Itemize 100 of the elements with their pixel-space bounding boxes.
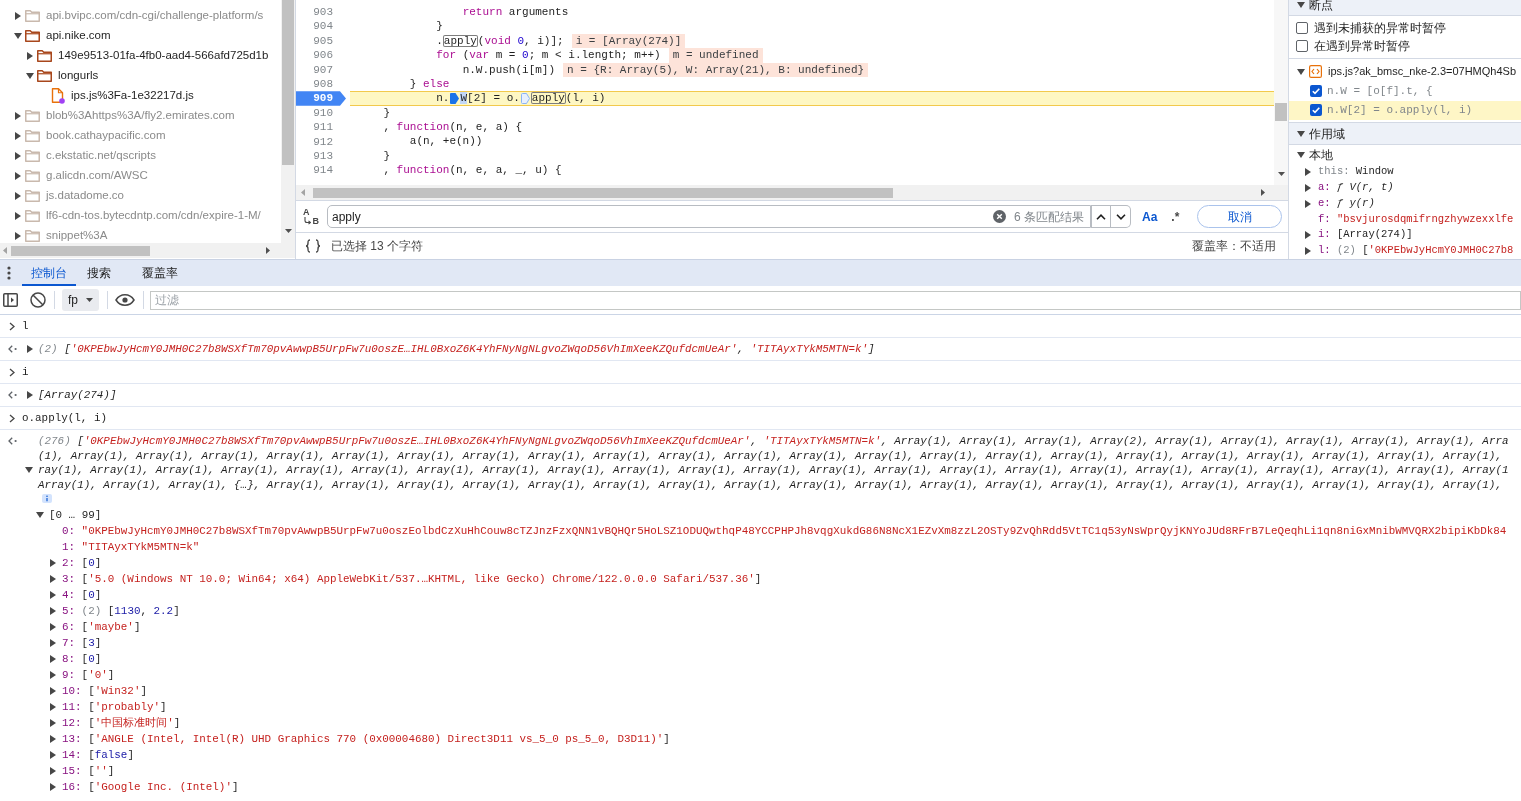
folder-name[interactable]: snippet%3A	[46, 227, 108, 243]
checkbox-label[interactable]: 在遇到异常时暂停	[1314, 37, 1410, 55]
scope-variable[interactable]: a: ƒ V(r, t)	[1318, 180, 1394, 196]
folder-name[interactable]: lf6-cdn-tos.bytecdntp.com/cdn/expire-1-M/	[46, 207, 261, 225]
scope-variable[interactable]: f: "bsvjurosdqmifrngzhywzexxlfe	[1318, 211, 1514, 228]
disclosure-triangle-icon[interactable]	[50, 735, 56, 743]
disclosure-triangle-icon[interactable]	[50, 671, 56, 679]
disclosure-triangle-icon[interactable]	[50, 623, 56, 631]
disclosure-triangle-icon[interactable]	[1305, 247, 1311, 256]
disclosure-triangle-icon[interactable]	[50, 767, 56, 775]
disclosure-triangle-icon[interactable]	[15, 172, 21, 180]
disclosure-triangle-icon[interactable]	[50, 783, 56, 791]
folder-name[interactable]: blob%3Ahttps%3A/fly2.emirates.com	[46, 107, 235, 125]
braces-icon[interactable]	[305, 239, 321, 253]
scroll-right-arrow-icon[interactable]	[1261, 189, 1265, 196]
folder-name[interactable]: c.ekstatic.net/qscripts	[46, 147, 156, 165]
disclosure-triangle-icon[interactable]	[50, 591, 56, 599]
scrollbar-thumb[interactable]	[313, 187, 893, 198]
sidebar-toggle-icon[interactable]	[3, 293, 18, 307]
context-dropdown[interactable]: fp	[62, 289, 99, 311]
checkbox[interactable]	[1310, 104, 1322, 117]
breakpoint-code[interactable]: n.W[2] = o.apply(l, i)	[1327, 102, 1473, 119]
breakpoint-marker-icon[interactable]	[520, 93, 530, 105]
disclosure-triangle-icon[interactable]	[50, 719, 56, 727]
folder-name[interactable]: api.bvipc.com/cdn-cgi/challenge-platform/s	[46, 7, 264, 25]
disclosure-triangle-icon[interactable]	[50, 607, 56, 615]
disclosure-triangle-icon[interactable]	[15, 132, 21, 140]
scope-group-label[interactable]: 本地	[1309, 146, 1333, 165]
scope-variable[interactable]: l: (2) ['0KPEbwJyHcmY0JMH0C27b8	[1318, 243, 1514, 259]
console-property: 7: [3]	[62, 635, 102, 651]
checkbox[interactable]	[1296, 22, 1308, 34]
selected-breakpoint-row[interactable]: n.W[2] = o.apply(l, i)	[1289, 100, 1521, 121]
disclosure-triangle-icon[interactable]	[1305, 231, 1311, 240]
disclosure-triangle-icon[interactable]	[1305, 168, 1311, 177]
scope-variable[interactable]: this: Window	[1318, 164, 1394, 181]
disclosure-triangle-icon[interactable]	[50, 687, 56, 695]
folder-name[interactable]: js.datadome.co	[46, 187, 124, 205]
breakpoint-line-number[interactable]: 909	[296, 91, 346, 106]
tab[interactable]: 覆盖率	[131, 260, 198, 286]
disclosure-triangle-icon[interactable]	[15, 112, 21, 120]
disclosure-triangle-icon[interactable]	[15, 232, 21, 240]
folder-name[interactable]: g.alicdn.com/AWSC	[46, 167, 148, 185]
replace-toggle-button[interactable]: A B	[303, 207, 319, 226]
file-name[interactable]: ips.js?ak_bmsc_nke-2.3=07HMQh4Sb	[1328, 63, 1516, 80]
tab[interactable]: 搜索	[76, 260, 131, 286]
disclosure-triangle-icon[interactable]	[15, 152, 21, 160]
disclosure-triangle-icon[interactable]	[27, 52, 33, 60]
kebab-menu-icon[interactable]	[7, 266, 11, 280]
result-arrow-icon	[8, 391, 17, 399]
disclosure-triangle-icon[interactable]	[50, 639, 56, 647]
close-circle-icon[interactable]	[993, 210, 1006, 223]
disclosure-triangle-icon[interactable]	[50, 703, 56, 711]
disclosure-triangle-icon[interactable]	[1305, 199, 1311, 208]
disclosure-triangle-icon[interactable]	[1297, 130, 1305, 137]
checkbox-label[interactable]: 遇到未捕获的异常时暂停	[1314, 19, 1446, 37]
file-name[interactable]: ips.js%3Fa-1e32217d.js	[71, 87, 194, 105]
folder-name[interactable]: api.nike.com	[46, 27, 111, 45]
filter-field[interactable]: 过滤	[150, 290, 1521, 310]
disclosure-triangle-icon[interactable]	[1305, 184, 1311, 193]
checkbox[interactable]	[1296, 40, 1308, 52]
tab[interactable]: 控制台	[22, 260, 76, 286]
scrollbar-thumb[interactable]	[282, 0, 294, 165]
disclosure-triangle-icon[interactable]	[1297, 68, 1305, 75]
disclosure-triangle-icon[interactable]	[15, 192, 21, 200]
folder-name[interactable]: longurls	[58, 67, 99, 85]
match-case-button[interactable]: Aa	[1142, 207, 1158, 226]
scroll-right-arrow-icon[interactable]	[266, 247, 270, 254]
disclosure-triangle-icon[interactable]	[1297, 2, 1305, 8]
section-header[interactable]: 作用域	[1289, 122, 1521, 146]
scope-variable[interactable]: e: ƒ y(r)	[1318, 196, 1375, 212]
search-input[interactable]: apply	[332, 207, 993, 226]
circle-slash-icon[interactable]	[30, 292, 46, 308]
disclosure-triangle-icon[interactable]	[50, 559, 56, 567]
scrollbar-thumb[interactable]	[1275, 103, 1287, 121]
scroll-down-arrow-icon[interactable]	[284, 229, 292, 233]
caret-icon	[86, 298, 93, 302]
breakpoint-code[interactable]: n.W = [o[f].t, {	[1327, 82, 1433, 100]
disclosure-triangle-icon[interactable]	[36, 512, 44, 518]
disclosure-triangle-icon[interactable]	[50, 655, 56, 663]
disclosure-triangle-icon[interactable]	[27, 345, 33, 353]
folder-name[interactable]: 149e9513-01fa-4fb0-aad4-566afd725d1b	[58, 47, 269, 65]
scrollbar-thumb[interactable]	[11, 245, 150, 256]
disclosure-triangle-icon[interactable]	[14, 33, 22, 39]
breakpoint-marker-icon[interactable]	[450, 93, 460, 105]
disclosure-triangle-icon[interactable]	[27, 391, 33, 399]
disclosure-triangle-icon[interactable]	[25, 467, 33, 473]
disclosure-triangle-icon[interactable]	[50, 575, 56, 583]
search-field[interactable]: apply 6 条匹配结果	[327, 205, 1091, 228]
scope-variable[interactable]: i: [Array(274)]	[1318, 227, 1413, 244]
eye-icon[interactable]	[115, 294, 135, 306]
checkbox[interactable]	[1310, 85, 1322, 98]
regex-button[interactable]: .*	[1171, 207, 1180, 226]
disclosure-triangle-icon[interactable]	[15, 12, 21, 20]
console-property: 13: ['ANGLE (Intel, Intel(R) UHD Graphics 770 (0x00004680) Direct3D11 vs_5_0 ps_5_0, D3D11)']	[62, 731, 670, 747]
disclosure-triangle-icon[interactable]	[15, 212, 21, 220]
disclosure-triangle-icon[interactable]	[26, 73, 34, 79]
folder-name[interactable]: book.cathaypacific.com	[46, 127, 166, 145]
scroll-down-arrow-icon[interactable]	[1277, 172, 1285, 176]
disclosure-triangle-icon[interactable]	[50, 751, 56, 759]
disclosure-triangle-icon[interactable]	[1297, 152, 1305, 159]
